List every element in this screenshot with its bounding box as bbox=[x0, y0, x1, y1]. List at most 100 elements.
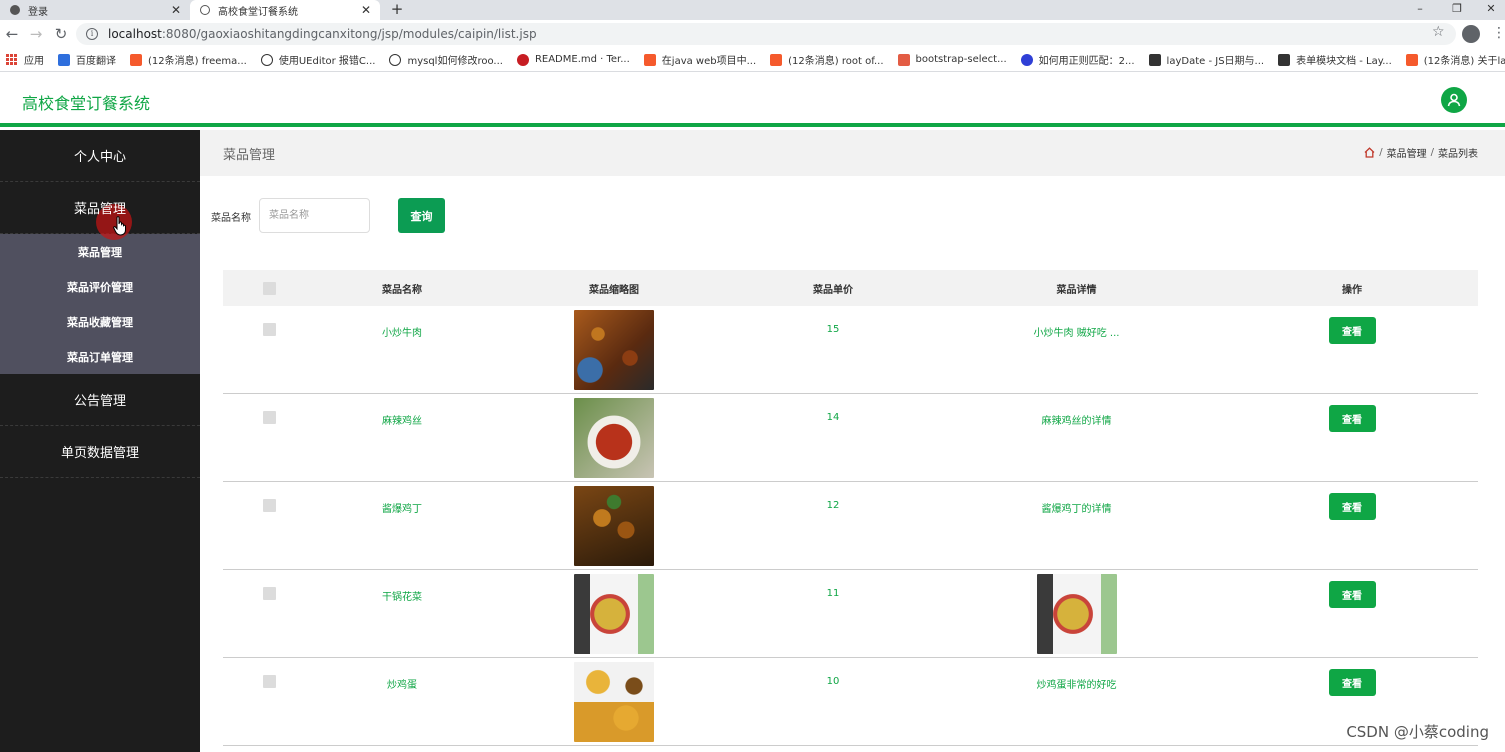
bookmark-label: bootstrap-select... bbox=[915, 54, 1007, 65]
sidebar-item-label: 单页数据管理 bbox=[60, 446, 139, 461]
breadcrumb-item[interactable]: 菜品管理 bbox=[1387, 145, 1427, 160]
app-header: 高校食堂订餐系统 bbox=[0, 72, 1505, 127]
column-header-thumbnail: 菜品缩略图 bbox=[589, 284, 639, 296]
view-button[interactable]: 查看 bbox=[1328, 405, 1376, 432]
close-icon[interactable]: ✕ bbox=[168, 3, 184, 17]
bookmark-item[interactable]: 在java web项目中... bbox=[643, 52, 757, 67]
dish-thumbnail bbox=[574, 662, 654, 742]
browser-tab-app[interactable]: 高校食堂订餐系统 ✕ bbox=[190, 0, 380, 20]
close-window-button[interactable]: ✕ bbox=[1474, 0, 1505, 20]
dish-name: 酱爆鸡丁 bbox=[382, 504, 422, 515]
star-icon[interactable]: ☆ bbox=[1432, 24, 1445, 40]
tab-title: 登录 bbox=[28, 6, 48, 18]
bookmark-item[interactable]: layDate - JS日期与... bbox=[1148, 52, 1265, 67]
sidebar-item-announcement[interactable]: 公告管理 bbox=[0, 374, 200, 426]
table-row: 干锅花菜 11 查看 bbox=[223, 570, 1478, 658]
row-checkbox-cell bbox=[223, 570, 316, 600]
jianshu-icon bbox=[897, 53, 910, 66]
breadcrumb-item: 菜品列表 bbox=[1438, 149, 1478, 160]
dish-price: 11 bbox=[826, 588, 840, 599]
sidebar-item-single-page-data[interactable]: 单页数据管理 bbox=[0, 426, 200, 478]
csdn-icon bbox=[130, 53, 142, 66]
bookmark-label: mysql如何修改roo... bbox=[407, 56, 503, 67]
bookmark-item[interactable]: (12条消息) root of... bbox=[770, 52, 884, 67]
row-checkbox[interactable] bbox=[263, 411, 276, 424]
dish-price: 15 bbox=[826, 324, 840, 335]
bookmark-item[interactable]: mysql如何修改roo... bbox=[389, 52, 503, 67]
minimize-button[interactable]: – bbox=[1403, 0, 1437, 20]
row-checkbox[interactable] bbox=[263, 499, 276, 512]
back-button[interactable]: ← bbox=[2, 24, 22, 44]
csdn-icon bbox=[643, 53, 656, 66]
hand-cursor-icon bbox=[113, 216, 126, 236]
bookmark-label: 在java web项目中... bbox=[661, 56, 757, 67]
restore-button[interactable]: ❐ bbox=[1440, 0, 1474, 20]
action-cell: 查看 bbox=[1227, 306, 1477, 344]
apps-icon bbox=[6, 53, 18, 66]
bookmark-label: (12条消息) root of... bbox=[788, 56, 884, 67]
row-checkbox[interactable] bbox=[263, 587, 276, 600]
table-row: 炒鸡蛋 10 炒鸡蛋非常的好吃 查看 bbox=[223, 658, 1478, 746]
view-button[interactable]: 查看 bbox=[1328, 581, 1376, 608]
bookmark-item[interactable]: 应用 bbox=[6, 52, 44, 67]
view-button[interactable]: 查看 bbox=[1328, 493, 1376, 520]
row-checkbox-cell bbox=[223, 658, 316, 688]
more-menu-icon[interactable]: ⋮ bbox=[1492, 25, 1505, 41]
sidebar-item-dish-management[interactable]: 菜品管理 bbox=[0, 182, 200, 240]
close-icon[interactable]: ✕ bbox=[358, 3, 374, 17]
bookmark-item[interactable]: bootstrap-select... bbox=[897, 53, 1007, 66]
dish-name: 小炒牛肉 bbox=[382, 328, 422, 339]
row-checkbox[interactable] bbox=[263, 323, 276, 336]
layui-icon bbox=[1278, 53, 1291, 66]
dish-name-search-input[interactable] bbox=[259, 198, 370, 233]
bookmark-item[interactable]: 百度翻译 bbox=[58, 52, 116, 67]
sidebar-subitem-dish[interactable]: 菜品管理 bbox=[0, 234, 200, 269]
layui-icon bbox=[1148, 53, 1161, 66]
row-checkbox[interactable] bbox=[263, 675, 276, 688]
baidu-icon bbox=[1020, 53, 1033, 66]
dish-table: 菜品名称 菜品缩略图 菜品单价 菜品详情 操作 小炒牛肉 15 小炒牛肉 贼好吃… bbox=[223, 270, 1478, 746]
bookmark-item[interactable]: 如何用正则匹配：2... bbox=[1020, 52, 1135, 67]
info-icon[interactable]: i bbox=[86, 28, 98, 40]
home-icon[interactable] bbox=[1364, 147, 1375, 158]
bookmark-item[interactable]: README.md · Ter... bbox=[516, 53, 630, 66]
bookmark-label: layDate - JS日期与... bbox=[1166, 56, 1265, 67]
page-title: 菜品管理 bbox=[223, 148, 276, 163]
reload-button[interactable]: ↻ bbox=[51, 24, 71, 44]
forward-button[interactable]: → bbox=[26, 24, 46, 44]
select-all-checkbox[interactable] bbox=[263, 281, 276, 295]
user-avatar[interactable] bbox=[1441, 87, 1467, 113]
bookmark-label: 百度翻译 bbox=[76, 56, 116, 67]
url-input[interactable]: i localhost:8080/gaoxiaoshitangdingcanxi… bbox=[76, 23, 1456, 45]
bookmark-item[interactable]: (12条消息) freema... bbox=[130, 52, 247, 67]
table-row: 酱爆鸡丁 12 酱爆鸡丁的详情 查看 bbox=[223, 482, 1478, 570]
view-button[interactable]: 查看 bbox=[1328, 669, 1376, 696]
browser-tab-login[interactable]: 登录 ✕ bbox=[0, 0, 190, 20]
column-header-name: 菜品名称 bbox=[382, 284, 422, 296]
url-host: localhost bbox=[108, 27, 162, 41]
table-row: 麻辣鸡丝 14 麻辣鸡丝的详情 查看 bbox=[223, 394, 1478, 482]
dish-name: 麻辣鸡丝 bbox=[382, 416, 422, 427]
csdn-icon bbox=[770, 53, 783, 66]
sidebar-item-label: 个人中心 bbox=[73, 150, 126, 165]
search-button[interactable]: 查询 bbox=[398, 198, 445, 233]
globe-icon bbox=[10, 5, 20, 15]
new-tab-button[interactable]: + bbox=[388, 0, 406, 20]
profile-icon[interactable] bbox=[1462, 25, 1480, 43]
action-cell: 查看 bbox=[1227, 482, 1477, 520]
dish-detail: 炒鸡蛋非常的好吃 bbox=[1036, 680, 1117, 691]
sidebar-subitem-dish-favorite[interactable]: 菜品收藏管理 bbox=[0, 304, 200, 339]
sidebar-subitem-dish-order[interactable]: 菜品订单管理 bbox=[0, 339, 200, 374]
table-row: 小炒牛肉 15 小炒牛肉 贼好吃 ... 查看 bbox=[223, 306, 1478, 394]
app-title: 高校食堂订餐系统 bbox=[22, 94, 151, 113]
bookmark-item[interactable]: (12条消息) 关于lay... bbox=[1405, 52, 1505, 67]
sidebar-subitem-dish-review[interactable]: 菜品评价管理 bbox=[0, 269, 200, 304]
column-header-action: 操作 bbox=[1342, 284, 1362, 296]
bookmark-item[interactable]: 使用UEditor 报错C... bbox=[260, 52, 375, 67]
bookmark-item[interactable]: 表单模块文档 - Lay... bbox=[1278, 52, 1392, 67]
view-button[interactable]: 查看 bbox=[1328, 317, 1376, 344]
dish-thumbnail bbox=[574, 486, 654, 566]
sidebar-item-personal-center[interactable]: 个人中心 bbox=[0, 130, 200, 182]
bookmark-label: README.md · Ter... bbox=[534, 54, 630, 65]
select-all-cell bbox=[223, 281, 316, 295]
